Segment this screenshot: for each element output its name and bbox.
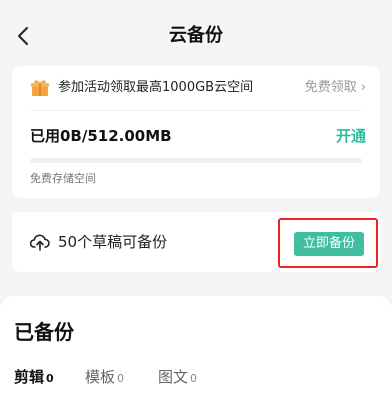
chevron-right-icon: ›: [360, 80, 366, 95]
backed-up-section: 已备份 剪辑 0 模板 0 图文 0: [0, 296, 392, 408]
promo-row[interactable]: 参加活动领取最高1000GB云空间 免费领取 ›: [12, 66, 380, 110]
divider: [30, 110, 362, 111]
tab-graphic[interactable]: 图文 0: [158, 366, 197, 390]
tab-label: 模板: [85, 368, 116, 386]
gift-icon: [31, 80, 49, 96]
free-claim-label: 免费领取: [304, 80, 357, 95]
tab-label: 图文: [158, 368, 189, 386]
promo-text: 参加活动领取最高1000GB云空间: [58, 80, 254, 95]
backup-card: 50个草稿可备份 立即备份: [12, 212, 380, 272]
top-bar: 云备份: [0, 0, 392, 72]
tab-count: 0: [117, 372, 125, 385]
free-claim-link[interactable]: 免费领取 ›: [305, 78, 366, 98]
storage-card: 参加活动领取最高1000GB云空间 免费领取 › 已用0B/512.00MB 开通…: [12, 66, 380, 198]
storage-usage: 已用0B/512.00MB: [30, 127, 172, 145]
highlight-box: 立即备份: [278, 218, 378, 268]
tab-template[interactable]: 模板 0: [85, 366, 124, 390]
tab-edit[interactable]: 剪辑 0: [14, 366, 54, 390]
page-title: 云备份: [169, 25, 223, 46]
free-storage-label: 免费存储空间: [30, 172, 96, 185]
section-title: 已备份: [14, 320, 74, 344]
storage-progress-bar: [30, 158, 362, 163]
backup-now-button[interactable]: 立即备份: [294, 232, 364, 256]
tab-count: 0: [46, 372, 54, 385]
drafts-count-text: 50个草稿可备份: [58, 233, 168, 251]
tab-count: 0: [190, 372, 198, 385]
cloud-upload-icon: [30, 234, 50, 251]
tab-label: 剪辑: [14, 368, 45, 386]
open-button[interactable]: 开通: [336, 126, 366, 146]
